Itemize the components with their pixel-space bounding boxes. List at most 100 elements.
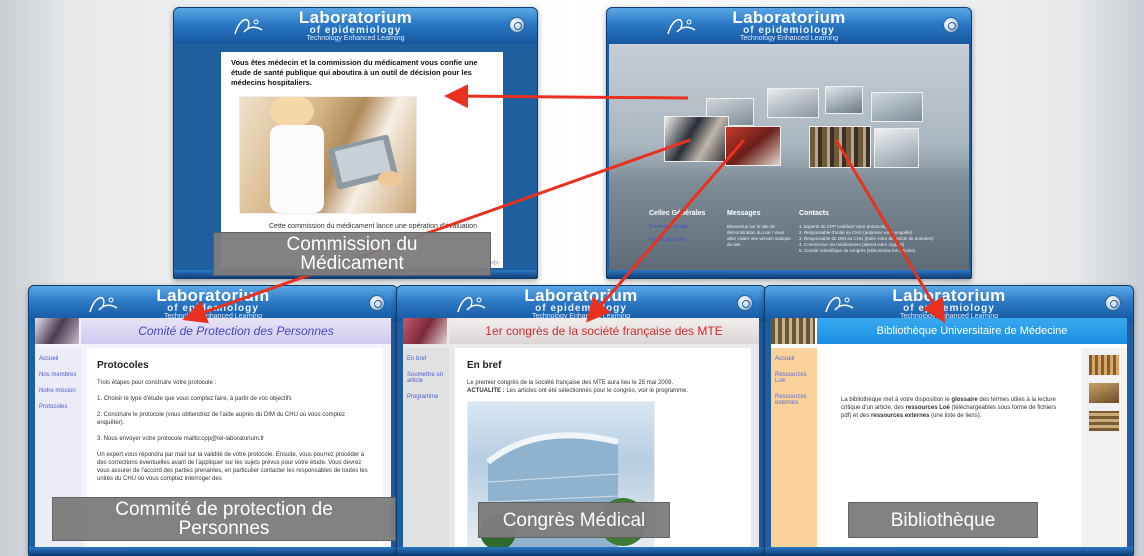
brand-subtitle: of epidemiology <box>535 303 627 314</box>
window-control-button[interactable] <box>509 17 525 33</box>
commission-intro: Vous êtes médecin et la commission du mé… <box>231 58 478 87</box>
congres-heading: En bref <box>467 360 502 371</box>
congres-date-text: Le premier congrès de la société françai… <box>467 380 674 386</box>
biblio-nav-externes[interactable]: Ressources externes <box>775 394 817 406</box>
meeting-photo[interactable] <box>664 116 729 162</box>
window-bottom-bar <box>397 547 765 555</box>
caption-biblio-label: Bibliothèque <box>890 509 996 531</box>
cpp-nav-membres[interactable]: Nos membres <box>39 372 81 378</box>
biblio-header-photo <box>771 318 815 344</box>
hub-col3-title: Contacts <box>799 210 829 217</box>
window-control-button[interactable] <box>369 295 385 311</box>
congres-nav-programme[interactable]: Programme <box>407 394 449 400</box>
window-header: Laboratorium of epidemiology Technology … <box>29 286 397 322</box>
cpp-step-1: 1. Choisir le type d'étude que vous comp… <box>97 396 292 402</box>
library-photo[interactable] <box>809 126 871 168</box>
window-control-button[interactable] <box>1105 295 1121 311</box>
window-header: Laboratorium of epidemiology Technology … <box>765 286 1133 322</box>
window-control-button[interactable] <box>737 295 753 311</box>
hub-col2-title: Messages <box>727 210 761 217</box>
laboratorium-logo-icon <box>825 297 854 313</box>
window-header: Laboratorium of epidemiology Technology … <box>607 8 971 44</box>
laboratorium-logo-icon <box>457 297 486 313</box>
hub-col-messages: Messages Bienvenue sur le site de démons… <box>727 210 793 248</box>
window-header: Laboratorium of epidemiology Technology … <box>174 8 537 44</box>
hub-window: Laboratorium of epidemiology Technology … <box>606 7 972 279</box>
commission-body: Cette commission du médicament lance une… <box>269 223 477 230</box>
brand-title: Laboratorium <box>892 286 1006 305</box>
cpp-step-3[interactable]: 3. Nous envoyer votre protocole mailto:c… <box>97 435 373 443</box>
brand-subtitle: of epidemiology <box>903 303 995 314</box>
brand-title: Laboratorium <box>524 286 638 305</box>
window-control-button[interactable] <box>943 17 959 33</box>
cpp-header-photo <box>35 318 79 344</box>
caption-congres-label: Congrès Médical <box>502 509 646 531</box>
congres-header: 1er congrès de la société française des … <box>449 318 759 344</box>
biblio-nav-accueil[interactable]: Accueil <box>775 356 817 362</box>
cpp-header-title: Comité de Protection des Personnes <box>138 324 334 338</box>
hub-col-contacts: Contacts 1. Experts du CPP (validant vot… <box>799 210 959 254</box>
hospital-thumb-photo <box>767 88 819 118</box>
caption-cpp-line2: Personnes <box>178 518 270 539</box>
congres-nav-soumettre[interactable]: Soumettre un article <box>407 372 449 384</box>
reading-room-thumb-photo <box>1088 382 1120 404</box>
biblio-text-1: La bibliothèque met à votre disposition … <box>841 397 952 403</box>
offices-thumb-photo <box>871 92 923 122</box>
laboratorium-logo-icon <box>234 19 263 35</box>
window-header: Laboratorium of epidemiology Technology … <box>397 286 765 322</box>
university-photo[interactable] <box>874 128 919 168</box>
biblio-header: Bibliothèque Universitaire de Médecine <box>817 318 1127 344</box>
laboratorium-logo-icon <box>667 19 696 35</box>
hub-link-sommaire[interactable]: Sommaire du site <box>649 224 723 230</box>
laboratorium-logo-icon <box>89 297 118 313</box>
brand-title: Laboratorium <box>156 286 270 305</box>
window-bottom-bar <box>607 270 971 278</box>
cpp-step-intro: Trois étapes pour construire votre proto… <box>97 380 217 386</box>
congres-nav: En bref Soumettre un article Programme <box>403 348 449 550</box>
hub-contact-item[interactable]: 5. Comité scientifique du congrès (sélec… <box>799 248 959 254</box>
congres-nav-bref[interactable]: En bref <box>407 356 449 362</box>
hub-content: Cellec Générales Sommaire du site Ressou… <box>609 44 969 272</box>
caption-commission-line1: Commission du <box>286 234 418 255</box>
brand-subtitle: of epidemiology <box>309 25 402 36</box>
doctor-laptop-photo <box>239 95 417 214</box>
brand-title: Laboratorium <box>732 8 846 27</box>
brand-subtitle: of epidemiology <box>743 25 835 36</box>
cpp-header: Comité de Protection des Personnes <box>81 318 391 344</box>
caption-congres: Congrès Médical <box>478 502 670 538</box>
books-thumb-photo <box>1088 354 1120 376</box>
congres-news-text: Les articles ont été sélectionnés pour l… <box>504 388 689 394</box>
caption-cpp-line1: Commité de protection de <box>115 499 333 520</box>
window-bottom-bar <box>29 547 397 555</box>
biblio-intro: La bibliothèque met à votre disposition … <box>841 396 1067 420</box>
biblio-glossaire-link[interactable]: glossaire <box>951 397 977 403</box>
cpp-expert-text: Un expert vous répondra par mail sur la … <box>97 452 368 482</box>
cpp-nav-protocoles[interactable]: Protocoles <box>39 404 81 410</box>
cpp-heading: Protocoles <box>97 360 149 371</box>
congres-news: ACTUALITE : Les articles ont été sélecti… <box>467 387 739 395</box>
cpp-nav-mission[interactable]: Notre mission <box>39 388 81 394</box>
brand-subtitle: of epidemiology <box>167 303 259 314</box>
window-bottom-bar <box>765 547 1133 555</box>
hub-col-general: Cellec Générales Sommaire du site Ressou… <box>649 210 723 243</box>
caption-cpp: Commité de protection de Personnes <box>52 497 396 541</box>
caption-commission: Commission du Médicament <box>213 232 491 276</box>
brand-tagline: Technology Enhanced Learning <box>306 35 405 42</box>
biblio-ressources-loe-link[interactable]: ressources Loé <box>906 405 950 411</box>
biblio-right-thumbs <box>1081 348 1127 550</box>
hub-link-ressources[interactable]: Ressources Loé <box>649 237 723 243</box>
congres-header-photo <box>403 318 447 344</box>
biblio-text-4: (une liste de liens). <box>929 413 982 419</box>
brand-title: Laboratorium <box>298 8 413 27</box>
shelves-thumb-photo <box>1088 410 1120 432</box>
campus-thumb-photo <box>825 86 863 114</box>
congress-photo[interactable] <box>725 126 781 166</box>
biblio-ressources-ext-link[interactable]: ressources externes <box>871 413 929 419</box>
biblio-nav-loe[interactable]: Ressources Loé <box>775 372 817 384</box>
hub-welcome-text: Bienvenue sur le site de démonstration d… <box>727 224 791 247</box>
cpp-nav-accueil[interactable]: Accueil <box>39 356 81 362</box>
brand-tagline: Technology Enhanced Learning <box>739 35 839 42</box>
biblio-nav: Accueil Ressources Loé Ressources extern… <box>771 348 817 550</box>
cpp-step-2: 2. Construire le protocole (vous obtiend… <box>97 412 345 426</box>
congres-header-title: 1er congrès de la société française des … <box>485 324 723 338</box>
